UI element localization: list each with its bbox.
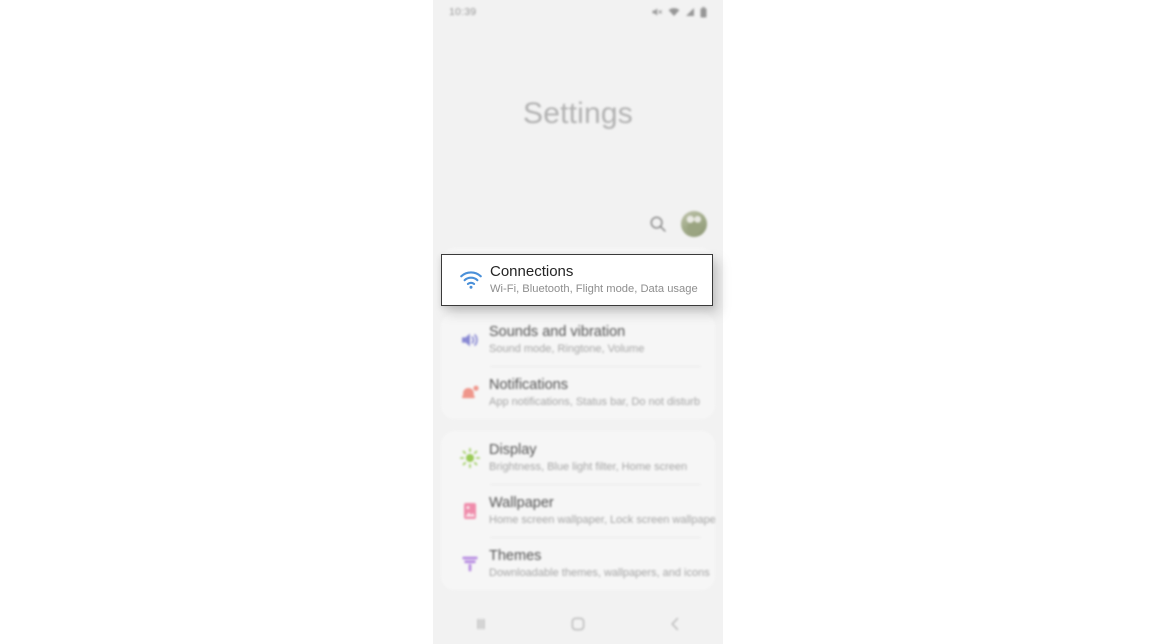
settings-row-title: Themes bbox=[489, 547, 542, 564]
screenshot-canvas: 10:39 Settings Sounds and vibration Soun… bbox=[0, 0, 1156, 644]
settings-group-display-themes: Display Brightness, Blue light filter, H… bbox=[441, 431, 715, 590]
settings-row-connections[interactable]: Connections Wi-Fi, Bluetooth, Flight mod… bbox=[441, 254, 713, 306]
header-actions bbox=[433, 204, 723, 244]
brightness-icon bbox=[451, 447, 489, 469]
recents-icon[interactable] bbox=[459, 609, 503, 639]
settings-group-sound-notifications: Sounds and vibration Sound mode, Rington… bbox=[441, 313, 715, 419]
battery-icon bbox=[700, 6, 707, 18]
settings-row-title: Connections bbox=[490, 263, 574, 280]
mute-icon bbox=[652, 7, 663, 17]
settings-row-title: Wallpaper bbox=[489, 494, 554, 511]
settings-row-themes[interactable]: Themes Downloadable themes, wallpapers, … bbox=[441, 537, 715, 590]
settings-row-sounds-and-vibration[interactable]: Sounds and vibration Sound mode, Rington… bbox=[441, 313, 715, 366]
settings-row-subtitle: App notifications, Status bar, Do not di… bbox=[489, 395, 700, 408]
status-bar: 10:39 bbox=[433, 0, 723, 24]
volume-icon bbox=[451, 329, 489, 351]
home-icon[interactable] bbox=[556, 609, 600, 639]
wifi-icon bbox=[668, 7, 680, 17]
settings-row-subtitle: Wi-Fi, Bluetooth, Flight mode, Data usag… bbox=[490, 283, 698, 295]
settings-row-subtitle: Sound mode, Ringtone, Volume bbox=[489, 342, 645, 355]
navigation-bar bbox=[433, 604, 723, 644]
status-bar-icons bbox=[652, 6, 707, 18]
page-title: Settings bbox=[523, 97, 633, 130]
avatar[interactable] bbox=[681, 211, 707, 237]
settings-row-title: Notifications bbox=[489, 376, 568, 393]
page-title-area: Settings bbox=[433, 24, 723, 204]
signal-icon bbox=[685, 7, 695, 17]
settings-row-subtitle: Home screen wallpaper, Lock screen wallp… bbox=[489, 513, 715, 526]
settings-row-subtitle: Downloadable themes, wallpapers, and ico… bbox=[489, 566, 710, 579]
wallpaper-icon bbox=[451, 500, 489, 522]
themes-icon bbox=[451, 553, 489, 575]
settings-row-display[interactable]: Display Brightness, Blue light filter, H… bbox=[441, 431, 715, 484]
settings-row-wallpaper[interactable]: Wallpaper Home screen wallpaper, Lock sc… bbox=[441, 484, 715, 537]
phone-screen: 10:39 Settings Sounds and vibration Soun… bbox=[433, 0, 723, 644]
back-icon[interactable] bbox=[653, 609, 697, 639]
wifi-icon bbox=[452, 268, 490, 292]
settings-row-title: Sounds and vibration bbox=[489, 323, 626, 340]
status-bar-clock: 10:39 bbox=[449, 6, 477, 18]
search-icon[interactable] bbox=[647, 213, 669, 235]
settings-row-subtitle: Brightness, Blue light filter, Home scre… bbox=[489, 460, 688, 473]
settings-row-title: Display bbox=[489, 441, 537, 458]
notification-icon bbox=[451, 382, 489, 404]
settings-row-notifications[interactable]: Notifications App notifications, Status … bbox=[441, 366, 715, 419]
